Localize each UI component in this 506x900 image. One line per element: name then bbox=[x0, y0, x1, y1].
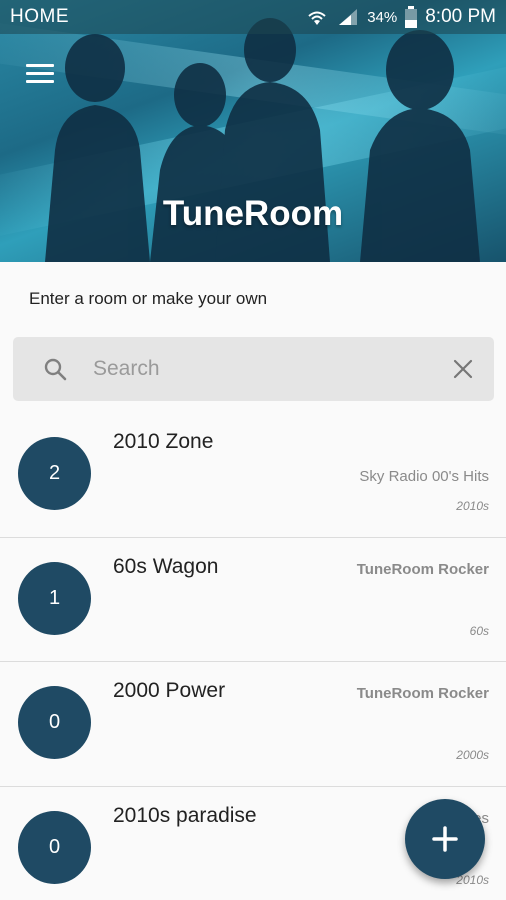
search-bar bbox=[13, 337, 494, 401]
room-name: 2010 Zone bbox=[113, 430, 214, 453]
room-genre: 2010s bbox=[456, 499, 489, 513]
search-input[interactable] bbox=[93, 357, 452, 381]
room-name: 2000 Power bbox=[113, 679, 226, 702]
page-subtitle: Enter a room or make your own bbox=[29, 289, 268, 308]
room-list-item[interactable]: 0 2000 Power TuneRoom Rocker 2000s bbox=[0, 662, 506, 787]
room-listener-count: 2 bbox=[18, 437, 91, 510]
status-bar: HOME 34% 8:00 PM bbox=[0, 0, 506, 34]
room-list-item[interactable]: 2 2010 Zone Sky Radio 00's Hits 2010s bbox=[0, 413, 506, 538]
menu-icon[interactable] bbox=[26, 64, 54, 86]
room-station: Sky Radio 00's Hits bbox=[359, 468, 489, 485]
room-genre: 60s bbox=[469, 623, 489, 638]
room-listener-count: 0 bbox=[18, 686, 91, 759]
plus-icon bbox=[432, 826, 458, 852]
wifi-icon bbox=[308, 11, 326, 25]
search-icon bbox=[44, 358, 67, 381]
create-room-button[interactable] bbox=[405, 799, 485, 879]
app-title: TuneRoom bbox=[162, 194, 344, 233]
battery-icon bbox=[405, 6, 418, 28]
battery-percent: 34% bbox=[367, 8, 398, 26]
room-station: TuneRoom Rocker bbox=[356, 560, 489, 578]
signal-icon bbox=[339, 9, 358, 25]
room-listener-count: 1 bbox=[18, 561, 91, 635]
room-name: 60s Wagon bbox=[113, 554, 219, 578]
room-listener-count: 0 bbox=[18, 810, 91, 884]
status-home-label: HOME bbox=[10, 6, 69, 27]
status-icons: 34% 8:00 PM bbox=[305, 6, 496, 28]
close-icon[interactable] bbox=[452, 358, 474, 380]
room-list-item[interactable]: 1 60s Wagon TuneRoom Rocker 60s bbox=[0, 538, 506, 662]
room-genre: 2000s bbox=[456, 748, 489, 762]
room-station: TuneRoom Rocker bbox=[356, 685, 489, 702]
room-name: 2010s paradise bbox=[113, 803, 257, 827]
status-time: 8:00 PM bbox=[425, 6, 496, 27]
